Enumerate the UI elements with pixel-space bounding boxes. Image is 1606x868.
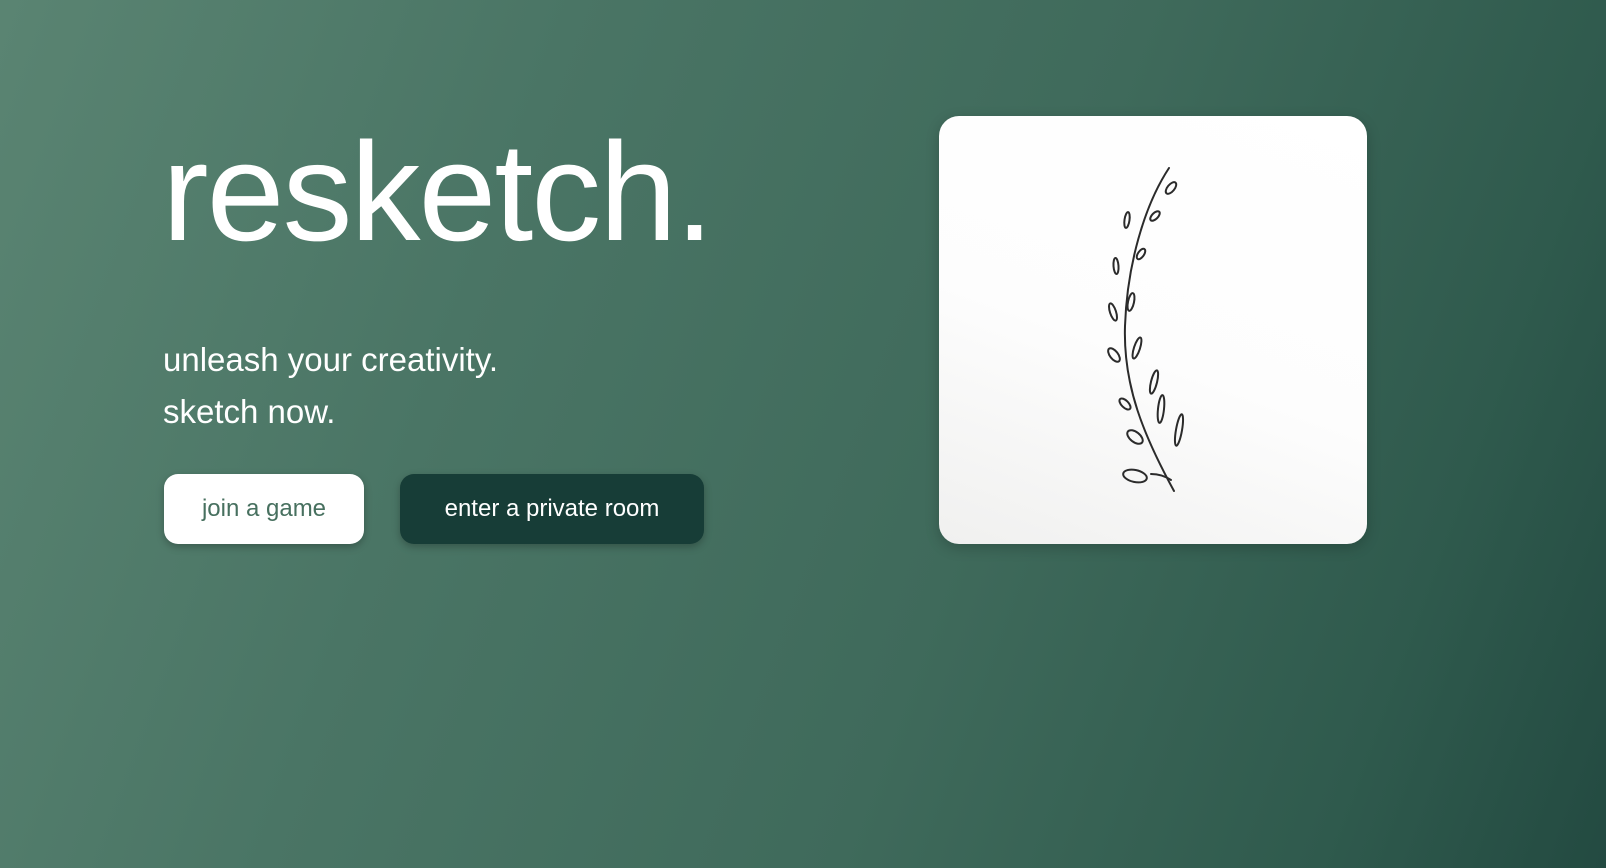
tagline-line-1: unleash your creativity. <box>163 341 499 378</box>
private-room-button[interactable]: enter a private room <box>400 474 704 544</box>
page-title: resketch. <box>162 113 714 270</box>
leaf-branch-sketch-icon <box>1107 167 1185 492</box>
tagline: unleash your creativity. sketch now. <box>163 334 498 438</box>
tagline-line-2: sketch now. <box>163 393 336 430</box>
join-game-button[interactable]: join a game <box>164 474 364 544</box>
hero-section: resketch. unleash your creativity. sketc… <box>0 0 1606 868</box>
sketch-preview-card <box>939 116 1367 544</box>
